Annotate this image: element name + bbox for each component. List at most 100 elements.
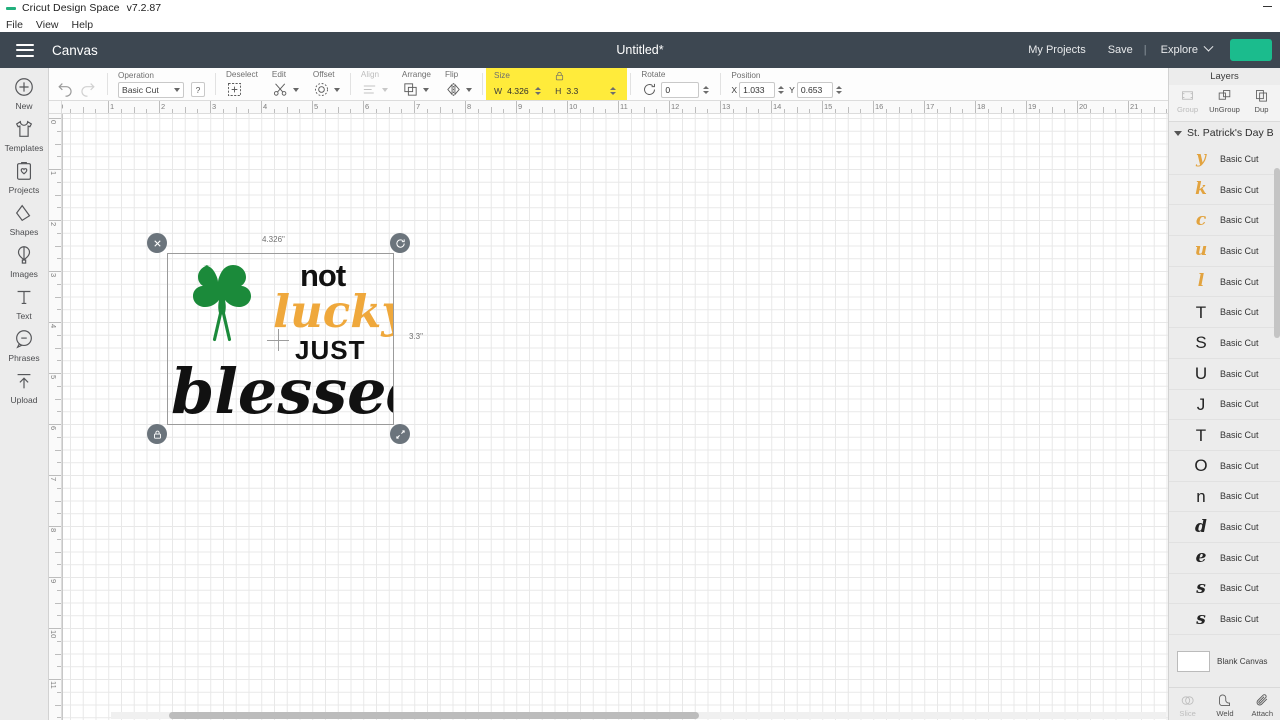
rotate-stepper[interactable]	[702, 83, 710, 96]
layers-footer: Slice Weld Attach	[1169, 687, 1280, 720]
layer-row[interactable]: k Basic Cut	[1169, 175, 1280, 206]
height-field[interactable]: H 3.3	[555, 83, 617, 99]
menu-view[interactable]: View	[36, 19, 59, 31]
layers-scrollbar[interactable]	[1274, 168, 1280, 338]
hamburger-icon[interactable]	[16, 43, 34, 57]
width-stepper[interactable]	[534, 84, 542, 97]
ungroup-button[interactable]: UnGroup	[1206, 88, 1243, 114]
layer-row[interactable]: y Basic Cut	[1169, 144, 1280, 175]
window-title-bar: Cricut Design Space v7.2.87	[0, 0, 1280, 16]
rotate-icon[interactable]	[641, 81, 658, 98]
width-value[interactable]: 4.326	[504, 83, 532, 99]
layer-row[interactable]: eBasic Cut	[1169, 543, 1280, 574]
sidebar-label-new: New	[15, 101, 33, 111]
group-label: Group	[1176, 105, 1199, 114]
operation-value: Basic Cut	[122, 84, 159, 95]
layer-operation-label: Basic Cut	[1220, 184, 1259, 195]
canvas-area[interactable]: 0123456789101112131415161718192021 01234…	[49, 101, 1168, 720]
clipboard-heart-icon	[13, 160, 35, 182]
group-icon	[1180, 88, 1195, 103]
layer-row[interactable]: c Basic Cut	[1169, 205, 1280, 237]
operation-help-button[interactable]: ?	[191, 82, 205, 97]
layer-row[interactable]: l Basic Cut	[1169, 267, 1280, 298]
layer-row[interactable]: O Basic Cut	[1169, 451, 1280, 482]
height-stepper[interactable]	[609, 84, 617, 97]
explore-dropdown[interactable]: Explore	[1147, 41, 1218, 56]
project-title[interactable]: Untitled*	[616, 43, 663, 57]
sidebar-item-shapes[interactable]: Shapes	[0, 202, 49, 237]
sidebar-item-upload[interactable]: Upload	[0, 370, 49, 405]
layer-row[interactable]: T Basic Cut	[1169, 420, 1280, 451]
toolbar-divider	[349, 73, 351, 95]
layer-row[interactable]: U Basic Cut	[1169, 359, 1280, 390]
attach-button[interactable]: Attach	[1244, 693, 1280, 718]
sidebar-item-templates[interactable]: Templates	[0, 118, 49, 153]
rotate-caption: Rotate	[641, 70, 666, 79]
blank-canvas-swatch[interactable]	[1177, 650, 1210, 672]
sidebar-item-phrases[interactable]: Phrases	[0, 328, 49, 363]
offset-icon[interactable]	[313, 81, 330, 98]
minimize-button[interactable]	[1263, 6, 1272, 7]
x-stepper[interactable]	[777, 83, 785, 96]
layer-row[interactable]: s Basic Cut	[1169, 574, 1280, 605]
sidebar-label-projects: Projects	[8, 185, 40, 195]
y-stepper[interactable]	[835, 83, 843, 96]
size-group: Size W 4.326 H 3.3	[486, 68, 628, 100]
speech-bubble-icon	[13, 328, 35, 350]
deselect-icon[interactable]	[226, 81, 243, 98]
chevron-down-icon[interactable]	[333, 87, 340, 92]
chevron-down-icon[interactable]	[422, 87, 429, 92]
layer-group-row[interactable]: St. Patrick's Day B	[1169, 122, 1280, 144]
layer-row[interactable]: T Basic Cut	[1169, 297, 1280, 329]
arrange-icon[interactable]	[402, 81, 419, 98]
resize-handle[interactable]	[390, 424, 410, 444]
width-field[interactable]: W 4.326	[494, 83, 542, 99]
chevron-down-icon[interactable]	[292, 87, 299, 92]
toolbar-divider	[720, 73, 722, 95]
layer-row[interactable]: S Basic Cut	[1169, 328, 1280, 359]
layer-operation-label: Basic Cut	[1220, 491, 1259, 502]
menu-help[interactable]: Help	[72, 19, 94, 31]
flip-icon[interactable]	[445, 81, 462, 98]
my-projects-link[interactable]: My Projects	[1017, 44, 1096, 56]
scissors-icon[interactable]	[272, 81, 289, 98]
save-button[interactable]: Save	[1097, 44, 1144, 56]
layer-row[interactable]: eBasic Cut	[1169, 635, 1280, 644]
x-value[interactable]: 1.033	[739, 81, 776, 98]
lock-handle[interactable]	[147, 424, 167, 444]
layer-row[interactable]: n Basic Cut	[1169, 482, 1280, 513]
menu-bar: File View Help	[0, 17, 1280, 32]
horizontal-scrollbar[interactable]	[111, 712, 1166, 719]
position-y-field[interactable]: Y 0.653	[789, 81, 843, 98]
rotate-value[interactable]: 0	[661, 81, 700, 98]
menu-file[interactable]: File	[6, 19, 23, 31]
position-x-field[interactable]: X 1.033	[731, 81, 785, 98]
make-it-button[interactable]	[1230, 39, 1272, 61]
y-value[interactable]: 0.653	[796, 81, 833, 98]
layer-thumbnail: O	[1194, 456, 1208, 476]
blank-canvas-row[interactable]: Blank Canvas	[1169, 646, 1280, 676]
operation-select[interactable]: Basic Cut	[118, 81, 184, 98]
weld-button[interactable]: Weld	[1206, 693, 1243, 718]
toolbar-divider	[630, 73, 632, 95]
redo-icon[interactable]	[78, 78, 97, 97]
layer-row[interactable]: u Basic Cut	[1169, 236, 1280, 267]
lock-icon[interactable]	[554, 70, 565, 82]
sidebar-item-text[interactable]: Text	[0, 286, 49, 321]
sidebar-item-images[interactable]: Images	[0, 244, 49, 279]
chevron-down-icon[interactable]	[1174, 130, 1182, 136]
undo-icon[interactable]	[56, 78, 75, 97]
chevron-down-icon[interactable]	[466, 87, 472, 92]
layer-list[interactable]: y Basic Cut k Basic Cut c Basic Cut u Basic Cut…	[1169, 144, 1280, 644]
height-value[interactable]: 3.3	[563, 83, 591, 99]
layer-row[interactable]: s Basic Cut	[1169, 604, 1280, 635]
selection-height-label: 3.3"	[409, 332, 423, 341]
delete-handle[interactable]	[147, 233, 167, 253]
layer-row[interactable]: d Basic Cut	[1169, 512, 1280, 543]
layer-row[interactable]: J Basic Cut	[1169, 390, 1280, 421]
duplicate-button[interactable]: Dup	[1243, 88, 1280, 114]
sidebar-item-new[interactable]: New	[0, 76, 49, 111]
rotate-handle[interactable]	[390, 233, 410, 253]
sidebar-item-projects[interactable]: Projects	[0, 160, 49, 195]
layer-operation-label: Basic Cut	[1220, 614, 1259, 625]
